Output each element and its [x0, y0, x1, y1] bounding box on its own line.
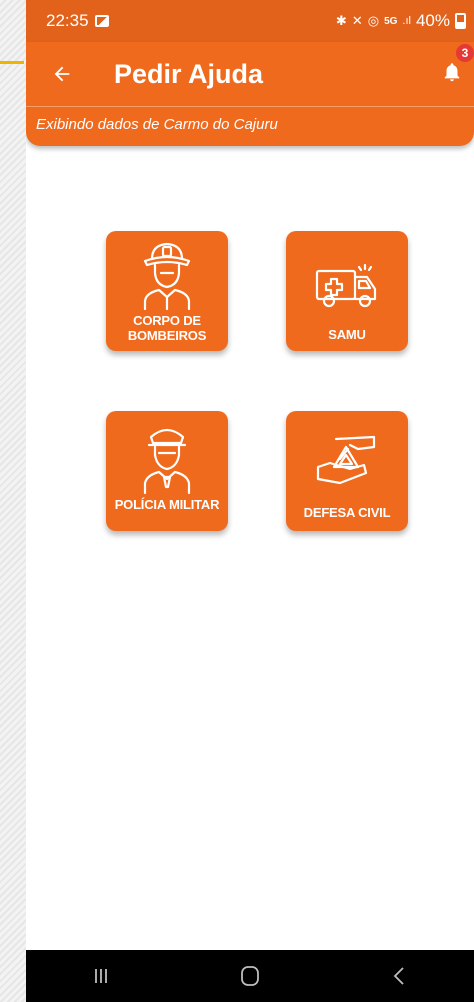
image-icon [94, 15, 109, 27]
toolbar: Pedir Ajuda 3 [26, 42, 474, 106]
firefighter-icon [143, 242, 191, 311]
signal-icon: .ıl [402, 15, 411, 27]
service-card-samu[interactable]: SAMU [286, 231, 408, 351]
battery-percent: 40% [415, 11, 450, 30]
notifications-button[interactable]: 3 [436, 44, 474, 88]
mute-icon: ✕ [351, 13, 363, 28]
notification-badge: 3 [456, 44, 474, 62]
hotspot-icon: ◎ [367, 13, 380, 28]
app-header: Pedir Ajuda 3 Exibindo dados de Carmo do… [26, 42, 474, 146]
5g-icon: 5G [384, 15, 398, 27]
service-card-corpo-de-bombeiros[interactable]: CORPO DE BOMBEIROS [106, 231, 228, 351]
service-label-corpo-de-bombeiros: CORPO DE BOMBEIROS [127, 313, 207, 343]
recent-apps-icon[interactable] [71, 956, 131, 996]
accent-line [0, 61, 24, 64]
service-card-defesa-civil[interactable]: DEFESA CIVIL [286, 411, 408, 531]
phone-screen: 22:35 ✱ ✕ ◎ 5G .ıl 40% Pedir Ajuda 3 Exi… [26, 0, 474, 1002]
ambulance-icon [315, 263, 377, 308]
home-icon[interactable] [220, 956, 280, 996]
page-title: Pedir Ajuda [114, 58, 264, 89]
service-label-defesa-civil: DEFESA CIVIL [303, 505, 391, 520]
service-card-policia-militar[interactable]: POLÍCIA MILITAR [106, 411, 228, 531]
back-arrow-icon[interactable] [38, 50, 86, 98]
system-nav-bar [26, 950, 474, 1002]
bell-icon [444, 63, 460, 82]
civil-defense-icon [316, 435, 376, 485]
location-subtitle: Exibindo dados de Carmo do Cajuru [36, 116, 278, 133]
status-time: 22:35 [46, 11, 89, 30]
service-label-policia-militar: POLÍCIA MILITAR [114, 497, 220, 512]
bluetooth-icon: ✱ [335, 13, 347, 28]
battery-icon [455, 13, 466, 29]
police-officer-icon [143, 428, 191, 495]
status-bar: 22:35 ✱ ✕ ◎ 5G .ıl 40% [26, 0, 474, 42]
back-nav-icon[interactable] [369, 956, 429, 996]
service-label-samu: SAMU [328, 327, 366, 342]
